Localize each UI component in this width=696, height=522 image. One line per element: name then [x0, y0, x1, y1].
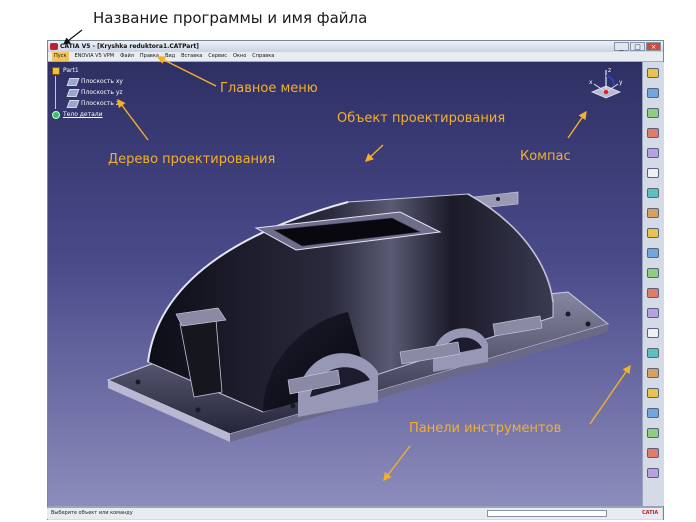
design-object-3d-model[interactable]	[48, 62, 642, 506]
annotation-design-tree: Дерево проектирования	[108, 152, 276, 167]
slot-icon[interactable]	[647, 228, 659, 238]
stiffener-icon[interactable]	[647, 248, 659, 258]
minimize-button[interactable]: _	[614, 42, 629, 51]
menu-item-window[interactable]: Окно	[233, 52, 246, 61]
tree-item-label: Плоскость zx	[81, 100, 123, 107]
menu-list: Пуск ENOVIA V5 VPM Файл Правка Вид Встав…	[52, 52, 274, 61]
menu-item-file[interactable]: Файл	[120, 52, 134, 61]
pattern-icon[interactable]	[647, 428, 659, 438]
tree-item-label: Тело детали	[63, 111, 103, 118]
draft-icon[interactable]	[647, 328, 659, 338]
specification-tree: Part1 Плоскость xy Плоскость yz Плоскост…	[52, 65, 123, 120]
annotation-main-menu: Главное меню	[220, 81, 318, 96]
menu-item-edit[interactable]: Правка	[140, 52, 159, 61]
menu-item-help[interactable]: Справка	[252, 52, 274, 61]
tree-item-plane-xy[interactable]: Плоскость xy	[52, 76, 123, 87]
tree-item-plane-zx[interactable]: Плоскость zx	[52, 98, 123, 109]
3d-viewport[interactable]: Part1 Плоскость xy Плоскость yz Плоскост…	[48, 62, 642, 506]
menu-item-start[interactable]: Пуск	[52, 52, 69, 61]
compass-arc	[605, 75, 616, 87]
plane-icon	[66, 88, 80, 97]
part-body-icon	[52, 110, 60, 119]
tree-root-label: Part1	[63, 67, 79, 74]
pocket-icon[interactable]	[647, 128, 659, 138]
right-toolbar	[642, 62, 664, 506]
tree-root-part[interactable]: Part1	[52, 65, 123, 76]
measure-icon[interactable]	[647, 468, 659, 478]
tree-item-label: Плоскость xy	[81, 78, 123, 85]
thickness-icon[interactable]	[647, 368, 659, 378]
menu-item-insert[interactable]: Вставка	[181, 52, 202, 61]
maximize-button[interactable]: □	[630, 42, 645, 51]
compass-tool-icon[interactable]	[647, 68, 659, 78]
pad-icon[interactable]	[647, 108, 659, 118]
shaft-icon[interactable]	[647, 148, 659, 158]
close-button[interactable]: ×	[646, 42, 661, 51]
main-menu-bar: Пуск ENOVIA V5 VPM Файл Правка Вид Встав…	[48, 52, 663, 62]
menu-item-view[interactable]: Вид	[165, 52, 175, 61]
rib-icon[interactable]	[647, 208, 659, 218]
tree-item-label: Плоскость yz	[81, 89, 123, 96]
loft-icon[interactable]	[647, 268, 659, 278]
thread-icon[interactable]	[647, 388, 659, 398]
compass-y-label: y	[619, 79, 623, 86]
menu-item-tools[interactable]: Сервис	[208, 52, 227, 61]
annotation-compass: Компас	[520, 149, 571, 164]
annotation-toolbars: Панели инструментов	[409, 421, 562, 436]
mirror-icon[interactable]	[647, 408, 659, 418]
compass-widget[interactable]: z x y	[584, 64, 628, 104]
window-title: CATIA V5 - [Kryshka reduktora1.CATPart]	[60, 43, 199, 50]
groove-icon[interactable]	[647, 168, 659, 178]
title-bar[interactable]: CATIA V5 - [Kryshka reduktora1.CATPart] …	[48, 41, 663, 52]
sketch-icon[interactable]	[647, 88, 659, 98]
fillet-icon[interactable]	[647, 288, 659, 298]
shell-icon[interactable]	[647, 348, 659, 358]
status-prompt: Выберите объект или команду	[51, 510, 133, 516]
catia-brand-mark: CATIA	[642, 510, 659, 516]
hole-icon[interactable]	[647, 188, 659, 198]
command-input[interactable]	[487, 510, 607, 517]
catia-logo-icon	[50, 43, 58, 50]
compass-origin	[603, 89, 609, 95]
chamfer-icon[interactable]	[647, 308, 659, 318]
annotation-design-object: Объект проектирования	[337, 111, 506, 126]
compass-z-label: z	[608, 67, 611, 74]
tree-item-plane-yz[interactable]: Плоскость yz	[52, 87, 123, 98]
plane-icon	[66, 99, 80, 108]
menu-item-enovia[interactable]: ENOVIA V5 VPM	[75, 52, 115, 61]
tree-item-part-body[interactable]: Тело детали	[52, 109, 123, 120]
top-caption: Название программы и имя файла	[93, 9, 368, 27]
scale-icon[interactable]	[647, 448, 659, 458]
status-bar: Выберите объект или команду CATIA	[47, 507, 662, 519]
compass-x-label: x	[589, 79, 593, 86]
part-icon	[52, 66, 60, 75]
plane-icon	[66, 77, 80, 86]
